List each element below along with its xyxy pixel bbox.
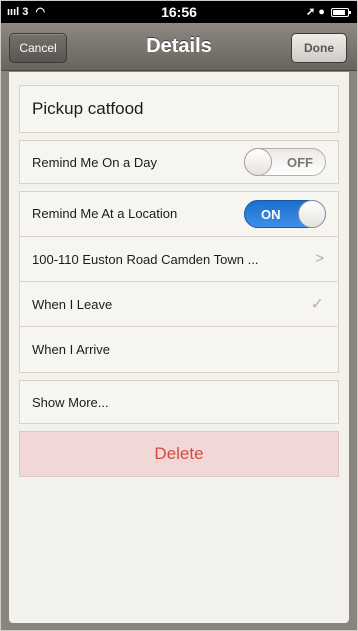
show-more-label: Show More...	[32, 395, 109, 410]
when-i-arrive-label: When I Arrive	[32, 342, 111, 357]
remind-on-day-label: Remind Me On a Day	[32, 155, 157, 170]
switch-knob	[298, 200, 326, 228]
when-i-leave-label: When I Leave	[32, 297, 113, 312]
reminder-title-text: Pickup catfood	[32, 99, 144, 118]
checkmark-icon: ✓	[310, 296, 324, 313]
remind-on-day-switch[interactable]: OFF	[244, 148, 326, 176]
alarm-icon: ●	[318, 6, 325, 18]
done-button[interactable]: Done	[291, 33, 347, 63]
remind-at-location-switch[interactable]: ON	[244, 200, 326, 228]
delete-button[interactable]: Delete	[19, 431, 339, 477]
switch-state-label: ON	[261, 207, 281, 222]
location-group: Remind Me At a Location ON 100-110 Eusto…	[19, 191, 339, 373]
location-address-text: 100-110 Euston Road Camden Town ...	[32, 252, 259, 267]
status-right-icons: ➚ ●	[306, 5, 351, 18]
remind-at-location-row: Remind Me At a Location ON	[20, 192, 338, 237]
status-time: 16:56	[161, 4, 197, 20]
navigation-bar: Cancel Details Done	[1, 23, 357, 71]
status-bar: ıııl 3 ◠ 16:56 ➚ ●	[1, 1, 357, 23]
details-panel: Pickup catfood Remind Me On a Day OFF Re…	[9, 72, 349, 623]
location-address-row[interactable]: 100-110 Euston Road Camden Town ... >	[20, 237, 338, 282]
remind-at-location-label: Remind Me At a Location	[32, 206, 178, 221]
location-arrow-icon: ➚	[306, 6, 316, 18]
show-more-row[interactable]: Show More...	[19, 380, 339, 424]
when-i-leave-row[interactable]: When I Leave ✓	[20, 282, 338, 327]
remind-on-day-row: Remind Me On a Day OFF	[19, 140, 339, 184]
when-i-arrive-row[interactable]: When I Arrive	[20, 327, 338, 372]
reminder-title-field[interactable]: Pickup catfood	[19, 85, 339, 133]
phone-screen: ıııl 3 ◠ 16:56 ➚ ● Cancel Details Done P…	[0, 0, 358, 631]
battery-icon	[331, 7, 351, 17]
chevron-right-icon: >	[315, 250, 324, 267]
switch-state-label: OFF	[287, 155, 313, 170]
switch-knob	[244, 148, 272, 176]
